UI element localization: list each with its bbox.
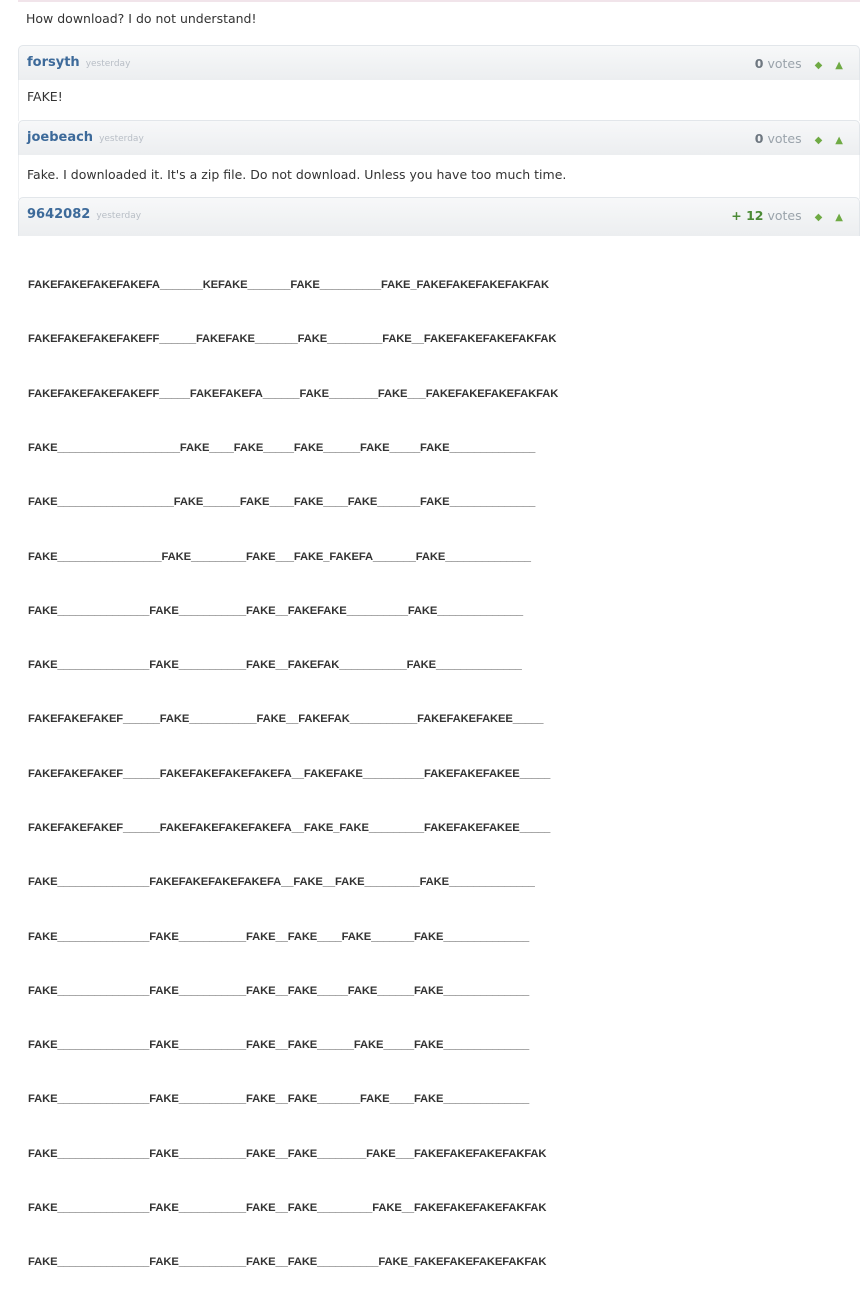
- down-arrow-icon[interactable]: ◆: [815, 60, 823, 71]
- down-arrow-icon[interactable]: ◆: [815, 135, 823, 146]
- ascii-line: FAKEFAKEFAKEFAKEFA_______KEFAKE_______FA…: [28, 279, 549, 292]
- comment-author-block: joebeach yesterday: [27, 130, 144, 145]
- ascii-line: FAKE____________________FAKE____FAKE____…: [28, 442, 536, 455]
- ascii-line: FAKE_______________FAKE___________FAKE__…: [28, 1147, 547, 1160]
- ascii-line: FAKEFAKEFAKEF______FAKE___________FAKE__…: [28, 713, 544, 726]
- vote-label: votes: [767, 56, 802, 71]
- comment-body: FAKEFAKEFAKEFAKEFA_______KEFAKE_______FA…: [18, 236, 860, 1306]
- comment: joebeach yesterday 0 votes ◆ ▲ Fake. I do…: [18, 120, 860, 199]
- ascii-line: FAKEFAKEFAKEFAKEFF______FAKEFAKE_______F…: [28, 333, 557, 346]
- vote-widget: + 12 votes ◆ ▲: [731, 208, 843, 223]
- comment: forsyth yesterday 0 votes ◆ ▲ FAKE!: [18, 45, 860, 121]
- up-arrow-icon[interactable]: ▲: [835, 212, 843, 223]
- ascii-line: FAKE_________________FAKE_________FAKE__…: [28, 550, 531, 563]
- comment-author-block: 9642082 yesterday: [27, 207, 141, 222]
- up-arrow-icon[interactable]: ▲: [835, 135, 843, 146]
- ascii-line: FAKE_______________FAKE___________FAKE__…: [28, 930, 530, 943]
- ascii-line: FAKEFAKEFAKEF______FAKEFAKEFAKEFAKEFA__F…: [28, 822, 551, 834]
- comment: 9642082 yesterday + 12 votes ◆ ▲ FAKEFAKE…: [18, 197, 860, 1306]
- ascii-line: FAKEFAKEFAKEF______FAKEFAKEFAKEFAKEFA__F…: [28, 767, 551, 780]
- up-arrow-icon[interactable]: ▲: [835, 60, 843, 71]
- vote-widget: 0 votes ◆ ▲: [755, 131, 843, 146]
- vote-count: + 12: [731, 208, 764, 223]
- comment-time: yesterday: [99, 134, 144, 144]
- ascii-line: FAKE_______________FAKEFAKEFAKEFAKEFA__F…: [28, 876, 535, 889]
- ascii-line: FAKE_______________FAKE___________FAKE__…: [28, 1039, 530, 1052]
- author-link[interactable]: 9642082: [27, 207, 90, 222]
- ascii-line: FAKE_______________FAKE___________FAKE__…: [28, 659, 522, 672]
- comment-body: Fake. I downloaded it. It's a zip file. …: [18, 155, 860, 199]
- question-text: How download? I do not understand!: [26, 11, 257, 26]
- vote-count: 0: [754, 131, 764, 146]
- comment-header: forsyth yesterday 0 votes ◆ ▲: [18, 45, 860, 80]
- comment-header: joebeach yesterday 0 votes ◆ ▲: [18, 120, 860, 155]
- vote-label: votes: [767, 208, 802, 223]
- ascii-line: FAKE_______________FAKE___________FAKE__…: [28, 1201, 547, 1214]
- top-border: [18, 0, 860, 2]
- comment-time: yesterday: [85, 59, 131, 69]
- ascii-line: FAKE___________________FAKE______FAKE___…: [28, 496, 536, 509]
- ascii-line: FAKE_______________FAKE___________FAKE__…: [28, 1256, 547, 1269]
- ascii-art: FAKEFAKEFAKEFAKEFA_______KEFAKE_______FA…: [28, 240, 860, 1306]
- author-link[interactable]: joebeach: [27, 130, 93, 145]
- ascii-line: FAKEFAKEFAKEFAKEFF_____FAKEFAKEFA______F…: [28, 387, 559, 400]
- vote-count: 0: [754, 56, 764, 71]
- ascii-line: FAKE_______________FAKE___________FAKE__…: [28, 604, 523, 617]
- vote-widget: 0 votes ◆ ▲: [755, 56, 843, 71]
- ascii-line: FAKE_______________FAKE___________FAKE__…: [28, 984, 530, 997]
- ascii-line: FAKE_______________FAKE___________FAKE__…: [28, 1093, 530, 1106]
- author-link[interactable]: forsyth: [27, 55, 80, 70]
- comment-body: FAKE!: [18, 80, 860, 121]
- comment-time: yesterday: [96, 211, 142, 221]
- down-arrow-icon[interactable]: ◆: [815, 212, 823, 223]
- vote-label: votes: [767, 131, 802, 146]
- comment-author-block: forsyth yesterday: [27, 55, 130, 70]
- comment-header: 9642082 yesterday + 12 votes ◆ ▲: [18, 197, 860, 236]
